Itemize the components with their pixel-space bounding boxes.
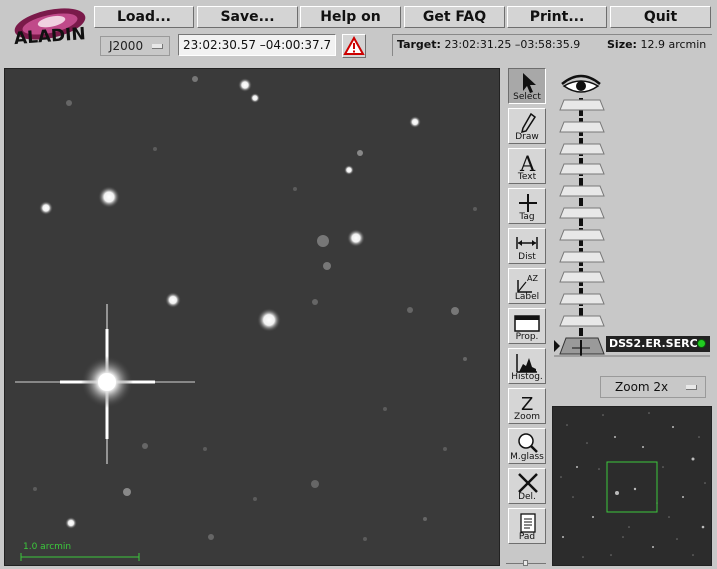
tool-draw-label: Draw: [515, 132, 539, 142]
tool-pad[interactable]: Pad: [508, 508, 546, 544]
tool-del-label: Del.: [518, 492, 536, 502]
histogram-icon: [516, 354, 537, 373]
pencil-icon: [520, 112, 537, 134]
aladin-logo: ALADIN: [4, 2, 90, 58]
tool-mglass-label: M.glass: [510, 452, 544, 462]
window-icon: [514, 315, 540, 332]
tool-dist[interactable]: Dist: [508, 228, 546, 264]
faq-button[interactable]: Get FAQ: [404, 6, 505, 28]
info-bar: Target: 23:02:31.25 –03:58:35.9 Size: 12…: [392, 34, 712, 56]
target-value: 23:02:31.25 –03:58:35.9: [444, 38, 581, 51]
plane-name: DSS2.ER.SERC: [609, 337, 698, 350]
tool-histog-label: Histog.: [511, 372, 543, 382]
tool-histog[interactable]: Histog.: [508, 348, 546, 384]
frame-value: J2000: [109, 39, 144, 53]
dropdown-knob-icon: [152, 44, 163, 49]
letter-z-icon: Z: [521, 394, 533, 414]
target-label: Target:: [397, 38, 441, 51]
overview-panel[interactable]: [552, 406, 712, 566]
tool-label-label: Label: [514, 292, 540, 302]
quit-button[interactable]: Quit: [610, 6, 711, 28]
tool-prop[interactable]: Prop.: [508, 308, 546, 344]
load-button[interactable]: Load...: [94, 6, 194, 28]
scale-label: 1.0 arcmin: [23, 542, 72, 552]
warning-button[interactable]: [342, 34, 366, 58]
plane-stack: [552, 64, 712, 360]
overview-image: [553, 407, 711, 565]
tool-text[interactable]: A Text: [508, 148, 546, 184]
frame-select[interactable]: J2000: [100, 36, 170, 56]
tool-tag[interactable]: Tag: [508, 188, 546, 224]
tool-zoom[interactable]: Z Zoom: [508, 388, 546, 424]
double-arrow-icon: [516, 237, 538, 249]
logo-text: ALADIN: [13, 24, 86, 49]
svg-text:AZ: AZ: [527, 274, 538, 283]
x-cross-icon: [518, 473, 538, 493]
image-view[interactable]: 1.0 arcmin: [4, 68, 500, 566]
size-label: Size:: [607, 38, 637, 51]
size-value: 12.9 arcmin: [640, 38, 707, 51]
tool-prop-label: Prop.: [515, 332, 539, 342]
zoom-select[interactable]: Zoom 2x: [600, 376, 706, 398]
magnifier-icon: [518, 433, 538, 453]
warning-triangle-icon: [343, 35, 365, 55]
coordinates-field[interactable]: 23:02:30.57 –04:00:37.7: [178, 34, 336, 56]
tool-label[interactable]: AZ Label: [508, 268, 546, 304]
plus-cross-icon: [519, 194, 537, 212]
notepad-icon: [520, 513, 536, 533]
plane-label[interactable]: DSS2.ER.SERC: [606, 336, 710, 352]
letter-a-icon: A: [519, 152, 536, 174]
tool-tag-label: Tag: [519, 212, 535, 222]
eye-icon: [561, 74, 601, 93]
save-button[interactable]: Save...: [197, 6, 298, 28]
tool-zoom-label: Zoom: [514, 412, 540, 422]
tool-draw[interactable]: Draw: [508, 108, 546, 144]
plane-status-icon: [697, 339, 706, 348]
svg-text:Z: Z: [521, 394, 533, 414]
tool-dist-label: Dist: [518, 252, 536, 262]
print-button[interactable]: Print...: [507, 6, 607, 28]
tool-pad-label: Pad: [518, 532, 536, 542]
sky-image: [5, 69, 499, 565]
tool-mglass[interactable]: M.glass: [508, 428, 546, 464]
active-plane[interactable]: [554, 337, 605, 356]
dropdown-knob-icon: [686, 385, 697, 390]
tool-text-label: Text: [517, 172, 537, 182]
tool-del[interactable]: Del.: [508, 468, 546, 504]
zoom-value: Zoom 2x: [615, 380, 669, 394]
slider-thumb[interactable]: [523, 560, 528, 566]
label-az-icon: AZ: [517, 274, 538, 293]
help-button[interactable]: Help on: [300, 6, 401, 28]
tool-slider[interactable]: [506, 560, 546, 566]
arrow-pointer-icon: [523, 73, 536, 93]
svg-text:A: A: [519, 152, 536, 174]
tool-select-label: Select: [513, 92, 541, 102]
tool-select[interactable]: Select: [508, 68, 546, 104]
